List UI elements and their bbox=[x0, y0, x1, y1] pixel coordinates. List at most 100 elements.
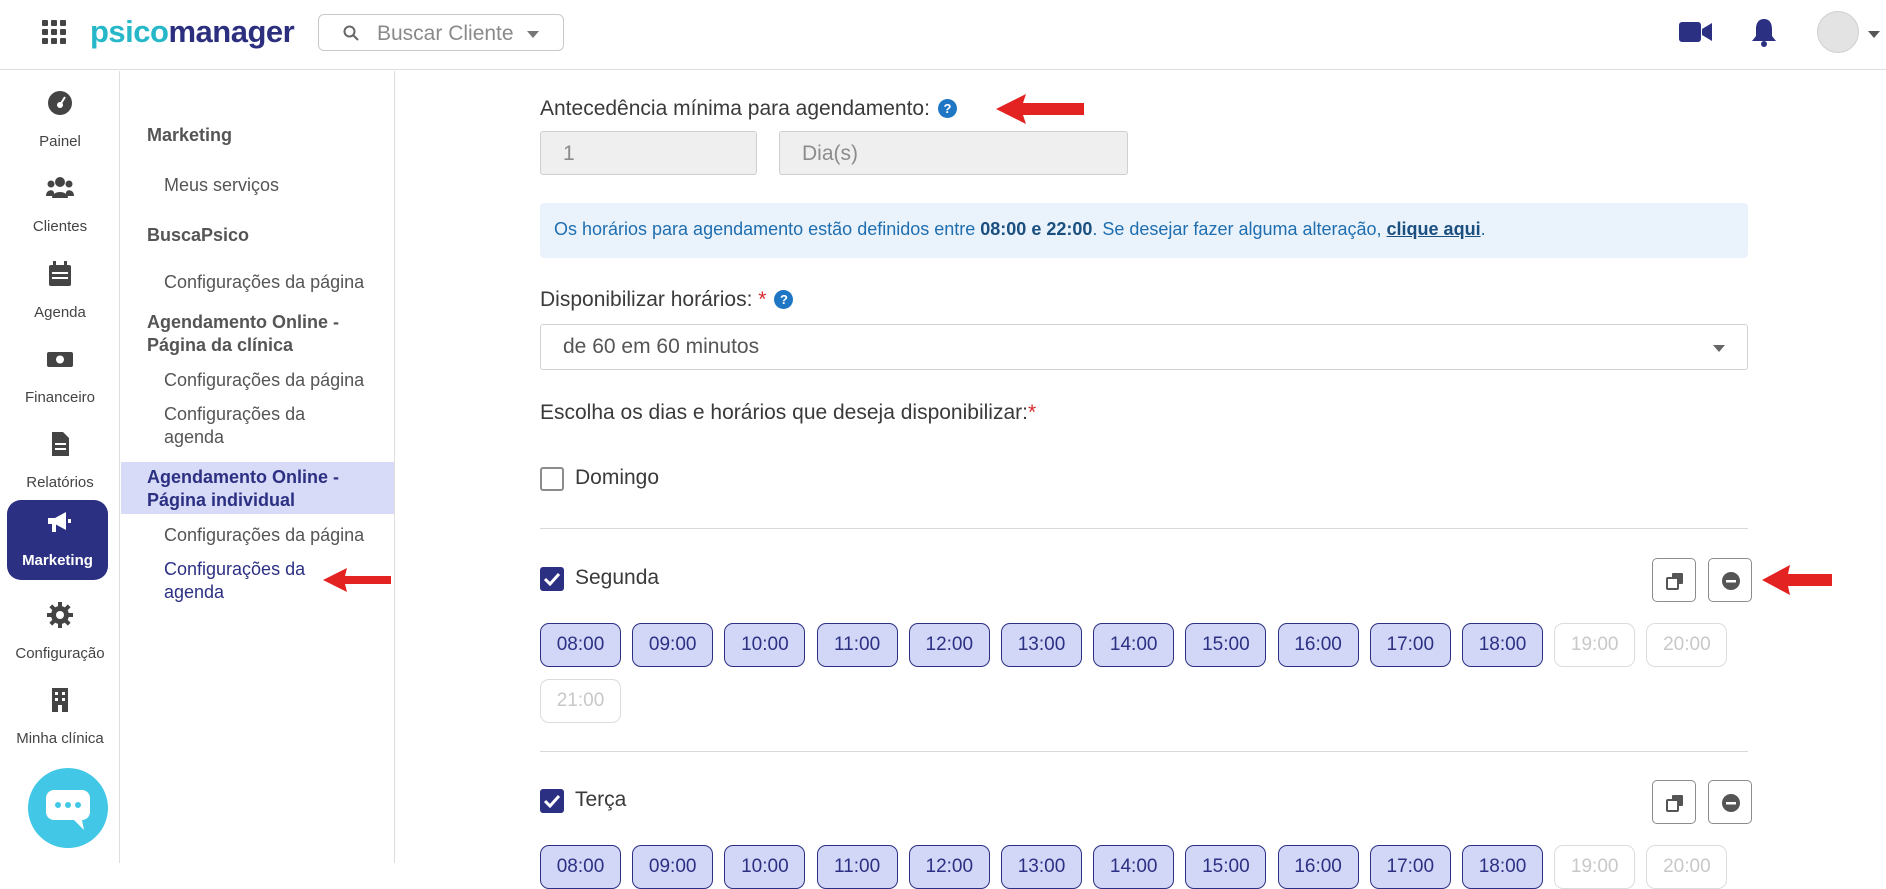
time-slot-chip[interactable]: 15:00 bbox=[1185, 845, 1267, 889]
time-slot-chip[interactable]: 10:00 bbox=[724, 623, 806, 667]
time-slot-chip[interactable]: 13:00 bbox=[1001, 845, 1082, 889]
antecedencia-value-input[interactable]: 1 bbox=[540, 131, 757, 175]
avatar[interactable] bbox=[1817, 11, 1859, 53]
client-search[interactable]: Buscar Cliente bbox=[318, 14, 564, 51]
check-icon bbox=[544, 572, 560, 586]
clique-aqui-link[interactable]: clique aqui bbox=[1387, 219, 1481, 239]
time-slot-chip[interactable]: 14:00 bbox=[1093, 623, 1175, 667]
chat-support-button[interactable] bbox=[28, 768, 108, 848]
required-mark: * bbox=[1027, 401, 1037, 424]
time-slot-chip[interactable]: 15:00 bbox=[1185, 623, 1267, 667]
time-slot-chip[interactable]: 13:00 bbox=[1001, 623, 1082, 667]
users-icon bbox=[46, 177, 74, 198]
interval-select-value: de 60 em 60 minutos bbox=[563, 335, 760, 358]
nav-relatorios[interactable]: Relatórios bbox=[0, 422, 120, 502]
time-slot-chip[interactable]: 20:00 bbox=[1646, 845, 1728, 889]
logo-part-psico: psico bbox=[90, 14, 169, 49]
video-call-icon[interactable] bbox=[1679, 21, 1713, 43]
subnav-item-clinica-config-agenda[interactable]: Configurações da agenda bbox=[164, 403, 384, 449]
annotation-arrow-left-icon bbox=[996, 94, 1084, 124]
nav-label: Financeiro bbox=[24, 389, 96, 406]
time-slot-chip[interactable]: 10:00 bbox=[724, 845, 806, 889]
time-slot-chip[interactable]: 17:00 bbox=[1369, 845, 1451, 889]
logo[interactable]: psicomanager bbox=[90, 14, 295, 50]
nav-label: Clientes bbox=[32, 218, 88, 235]
subnav-item-meus-servicos[interactable]: Meus serviços bbox=[164, 174, 384, 197]
nav-label: Configuração bbox=[15, 645, 105, 662]
subnav-section-marketing: Marketing bbox=[147, 125, 233, 145]
time-slot-chip[interactable]: 18:00 bbox=[1462, 845, 1543, 889]
time-slot-chip[interactable]: 12:00 bbox=[908, 623, 990, 667]
copy-hours-button[interactable] bbox=[1652, 558, 1696, 602]
nav-label: Relatórios bbox=[26, 474, 94, 491]
money-icon bbox=[47, 352, 73, 367]
subnav-item-line: agenda bbox=[164, 427, 225, 447]
time-slot-chip[interactable]: 19:00 bbox=[1554, 623, 1636, 667]
subnav-section-buscapsico: BuscaPsico bbox=[147, 225, 250, 245]
nav-painel[interactable]: Painel bbox=[0, 81, 120, 161]
time-slot-chip[interactable]: 18:00 bbox=[1462, 623, 1543, 667]
time-slot-chip[interactable]: 17:00 bbox=[1369, 623, 1451, 667]
bell-icon[interactable] bbox=[1751, 17, 1777, 47]
antecedencia-label-text: Antecedência mínima para agendamento: bbox=[540, 97, 930, 120]
nav-marketing[interactable]: Marketing bbox=[7, 500, 108, 580]
nav-label: Minha clínica bbox=[16, 730, 104, 747]
remove-day-button[interactable] bbox=[1708, 558, 1752, 602]
subnav-item-individual-config-pagina[interactable]: Configurações da página bbox=[164, 524, 384, 547]
time-slot-chip[interactable]: 16:00 bbox=[1277, 623, 1359, 667]
nav-clientes[interactable]: Clientes bbox=[0, 166, 120, 246]
marketing-subnav: Marketing Meus serviços BuscaPsico Confi… bbox=[121, 71, 395, 863]
interval-select[interactable]: de 60 em 60 minutos bbox=[540, 324, 1748, 370]
antecedencia-unit-select[interactable]: Dia(s) bbox=[779, 131, 1128, 175]
divider bbox=[540, 751, 1748, 752]
choose-days-label-text: Escolha os dias e horários que deseja di… bbox=[540, 401, 1028, 424]
nav-minha-clinica[interactable]: Minha clínica bbox=[0, 678, 120, 758]
hours-info-banner: Os horários para agendamento estão defin… bbox=[540, 203, 1748, 258]
time-slot-chip[interactable]: 09:00 bbox=[632, 623, 714, 667]
check-icon bbox=[544, 794, 560, 808]
annotation-arrow-left-icon bbox=[323, 568, 391, 592]
time-slot-chip[interactable]: 11:00 bbox=[816, 845, 898, 889]
info-text: Os horários para agendamento estão defin… bbox=[554, 219, 981, 239]
nav-agenda[interactable]: Agenda bbox=[0, 252, 120, 332]
disponibilizar-label: Disponibilizar horários: *? bbox=[540, 288, 794, 312]
apps-grid-icon[interactable] bbox=[42, 20, 66, 44]
time-slot-chip[interactable]: 16:00 bbox=[1277, 845, 1359, 889]
time-slot-chip[interactable]: 19:00 bbox=[1554, 845, 1636, 889]
time-slot-chip[interactable]: 12:00 bbox=[908, 845, 990, 889]
time-slot-chip[interactable]: 08:00 bbox=[540, 845, 621, 889]
remove-day-button[interactable] bbox=[1708, 780, 1752, 824]
subnav-section-agendamento-individual[interactable]: Agendamento Online - Página individual bbox=[147, 466, 387, 512]
copy-hours-button[interactable] bbox=[1652, 780, 1696, 824]
nav-configuracao[interactable]: Configuração bbox=[0, 593, 120, 673]
subnav-item-buscapsico-config-pagina[interactable]: Configurações da página bbox=[164, 271, 384, 294]
gauge-icon bbox=[48, 91, 72, 115]
time-slot-chip[interactable]: 11:00 bbox=[816, 623, 898, 667]
subnav-section-line: Agendamento Online - bbox=[147, 467, 340, 487]
day-label-domingo: Domingo bbox=[575, 466, 660, 489]
day-label-segunda: Segunda bbox=[575, 566, 660, 589]
chevron-down-icon[interactable] bbox=[1868, 31, 1880, 38]
chevron-down-icon bbox=[527, 31, 539, 38]
nav-financeiro[interactable]: Financeiro bbox=[0, 337, 120, 417]
checkbox-terca[interactable] bbox=[540, 789, 564, 813]
top-bar: psicomanager Buscar Cliente bbox=[0, 0, 1886, 70]
checkbox-domingo[interactable] bbox=[540, 467, 564, 491]
search-icon bbox=[343, 25, 359, 41]
time-slot-chip[interactable]: 08:00 bbox=[540, 623, 621, 667]
checkbox-segunda[interactable] bbox=[540, 567, 564, 591]
subnav-section-line: Agendamento Online - bbox=[147, 312, 340, 332]
time-slot-chip[interactable]: 09:00 bbox=[632, 845, 714, 889]
chat-icon bbox=[46, 790, 90, 830]
subnav-item-clinica-config-pagina[interactable]: Configurações da página bbox=[164, 369, 384, 392]
divider bbox=[540, 528, 1748, 529]
nav-label: Agenda bbox=[34, 304, 86, 321]
help-icon[interactable]: ? bbox=[774, 290, 794, 309]
help-icon[interactable]: ? bbox=[937, 99, 957, 118]
building-icon bbox=[52, 688, 68, 712]
megaphone-icon bbox=[48, 512, 71, 532]
time-slot-chip[interactable]: 21:00 bbox=[540, 679, 621, 723]
info-text: . bbox=[1480, 219, 1486, 239]
time-slot-chip[interactable]: 14:00 bbox=[1093, 845, 1175, 889]
time-slot-chip[interactable]: 20:00 bbox=[1646, 623, 1728, 667]
